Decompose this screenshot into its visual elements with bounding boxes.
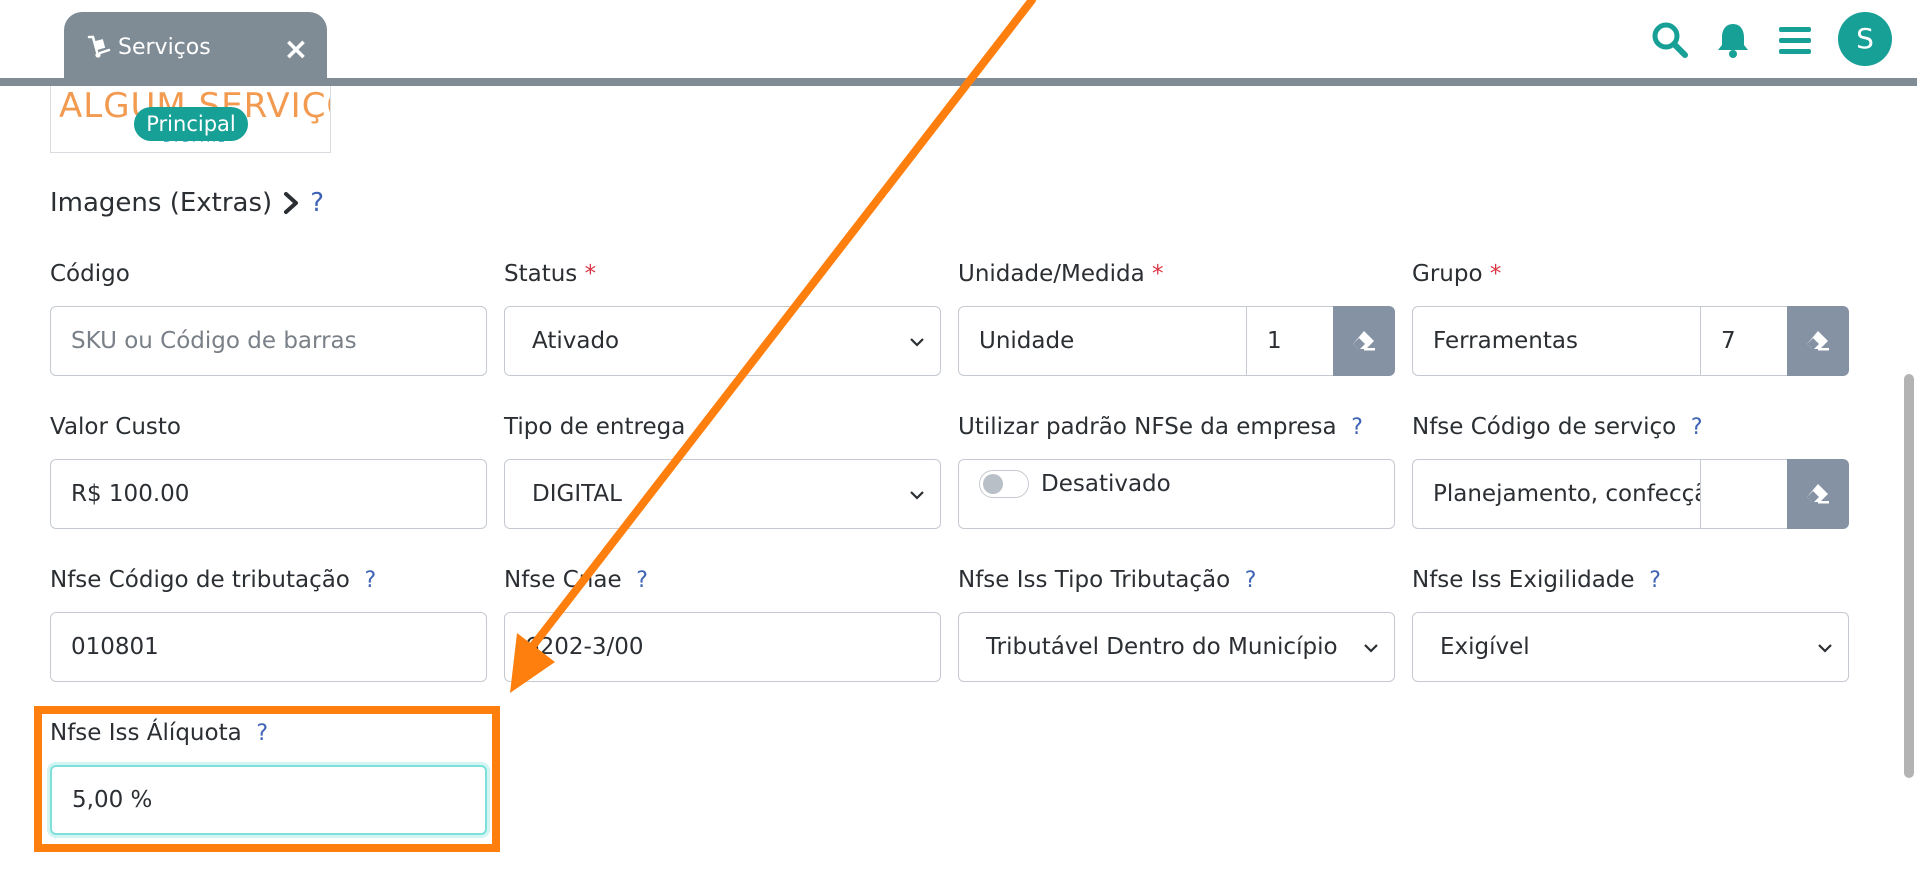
nfse-iss-exigibilidade-help[interactable]: ?	[1649, 568, 1661, 593]
nfse-iss-aliquota-label: Nfse Iss Álíquota ?	[50, 720, 268, 746]
nfse-iss-exigibilidade-label: Nfse Iss Exigilidade ?	[1412, 567, 1661, 593]
tipo-entrega-value: DIGITAL	[532, 481, 622, 507]
grupo-label: Grupo *	[1412, 261, 1502, 287]
grupo-input-group: Ferramentas 7	[1412, 306, 1849, 376]
nfse-codigo-servico-id-input[interactable]	[1700, 459, 1788, 529]
valor-custo-label: Valor Custo	[50, 414, 181, 440]
padrao-nfse-value: Desativado	[1041, 471, 1171, 497]
nfse-iss-aliquota-help[interactable]: ?	[256, 721, 268, 746]
codigo-placeholder: SKU ou Código de barras	[71, 328, 357, 354]
nfse-codigo-servico-input[interactable]: Planejamento, confecção	[1412, 459, 1701, 529]
nfse-cnae-label: Nfse Cnae ?	[504, 567, 648, 593]
status-label: Status *	[504, 261, 597, 287]
nfse-codigo-tributacao-help[interactable]: ?	[365, 568, 377, 593]
chevron-down-icon	[910, 491, 924, 500]
nfse-cnae-input[interactable]: 6202-3/00	[504, 612, 941, 682]
avatar[interactable]: S	[1838, 12, 1892, 66]
eraser-icon	[1353, 331, 1375, 351]
unidade-clear-button[interactable]	[1333, 306, 1395, 376]
extras-section-toggle[interactable]: Imagens (Extras) ?	[50, 186, 324, 220]
unidade-input[interactable]: Unidade	[958, 306, 1247, 376]
grupo-input[interactable]: Ferramentas	[1412, 306, 1701, 376]
grupo-id-input[interactable]: 7	[1700, 306, 1788, 376]
status-select[interactable]: Ativado	[504, 306, 941, 376]
nfse-iss-exigibilidade-select[interactable]: Exigível	[1412, 612, 1849, 682]
codigo-input[interactable]: SKU ou Código de barras	[50, 306, 487, 376]
nfse-cnae-help[interactable]: ?	[636, 568, 648, 593]
bell-icon[interactable]	[1713, 20, 1753, 60]
unidade-id-input[interactable]: 1	[1246, 306, 1334, 376]
toggle-knob	[983, 474, 1003, 494]
top-bar: Serviços × S	[0, 0, 1917, 86]
eraser-icon	[1807, 331, 1829, 351]
nfse-iss-aliquota-value: 5,00 %	[72, 787, 153, 813]
nfse-codigo-tributacao-label: Nfse Código de tributação ?	[50, 567, 377, 593]
tipo-entrega-select[interactable]: DIGITAL	[504, 459, 941, 529]
unidade-input-group: Unidade 1	[958, 306, 1395, 376]
nfse-codigo-servico-label: Nfse Código de serviço ?	[1412, 414, 1703, 440]
codigo-label: Código	[50, 261, 130, 287]
eraser-icon	[1807, 484, 1829, 504]
hand-truck-icon	[87, 35, 111, 58]
status-value: Ativado	[532, 328, 620, 354]
extras-help[interactable]: ?	[310, 186, 324, 220]
nfse-codigo-servico-help[interactable]: ?	[1691, 415, 1703, 440]
nfse-codigo-servico-clear-button[interactable]	[1787, 459, 1849, 529]
principal-badge: Principal	[134, 107, 248, 141]
tab-servicos[interactable]: Serviços ×	[64, 12, 327, 82]
padrao-nfse-label: Utilizar padrão NFSe da empresa ?	[958, 414, 1363, 440]
unidade-label: Unidade/Medida *	[958, 261, 1164, 287]
chevron-down-icon	[910, 338, 924, 347]
scrollbar-thumb[interactable]	[1904, 374, 1914, 778]
nfse-codigo-tributacao-input[interactable]: 010801	[50, 612, 487, 682]
chevron-right-icon	[284, 192, 299, 214]
grupo-clear-button[interactable]	[1787, 306, 1849, 376]
chevron-down-icon	[1818, 644, 1832, 653]
nfse-iss-aliquota-input[interactable]: 5,00 %	[50, 765, 487, 835]
tipo-entrega-label: Tipo de entrega	[504, 414, 686, 440]
close-icon[interactable]: ×	[282, 35, 310, 65]
valor-custo-input[interactable]: R$ 100.00	[50, 459, 487, 529]
nfse-codigo-servico-group: Planejamento, confecção	[1412, 459, 1849, 529]
tab-label: Serviços	[118, 35, 211, 60]
nfse-iss-tipo-select[interactable]: Tributável Dentro do Município	[958, 612, 1395, 682]
search-icon[interactable]	[1650, 20, 1690, 60]
padrao-nfse-toggle[interactable]	[979, 470, 1029, 498]
nfse-iss-tipo-value: Tributável Dentro do Município	[986, 634, 1338, 660]
topbar-divider	[0, 78, 1917, 86]
padrao-nfse-help[interactable]: ?	[1351, 415, 1363, 440]
nfse-cnae-value: 6202-3/00	[525, 634, 644, 660]
nfse-iss-tipo-label: Nfse Iss Tipo Tributação ?	[958, 567, 1257, 593]
padrao-nfse-field: Desativado	[958, 459, 1395, 529]
chevron-down-icon	[1364, 644, 1378, 653]
nfse-iss-tipo-help[interactable]: ?	[1245, 568, 1257, 593]
nfse-iss-exigibilidade-value: Exigível	[1440, 634, 1530, 660]
extras-label: Imagens (Extras)	[50, 188, 273, 218]
valor-custo-value: R$ 100.00	[71, 481, 190, 507]
menu-icon[interactable]	[1775, 20, 1815, 60]
nfse-codigo-tributacao-value: 010801	[71, 634, 159, 660]
